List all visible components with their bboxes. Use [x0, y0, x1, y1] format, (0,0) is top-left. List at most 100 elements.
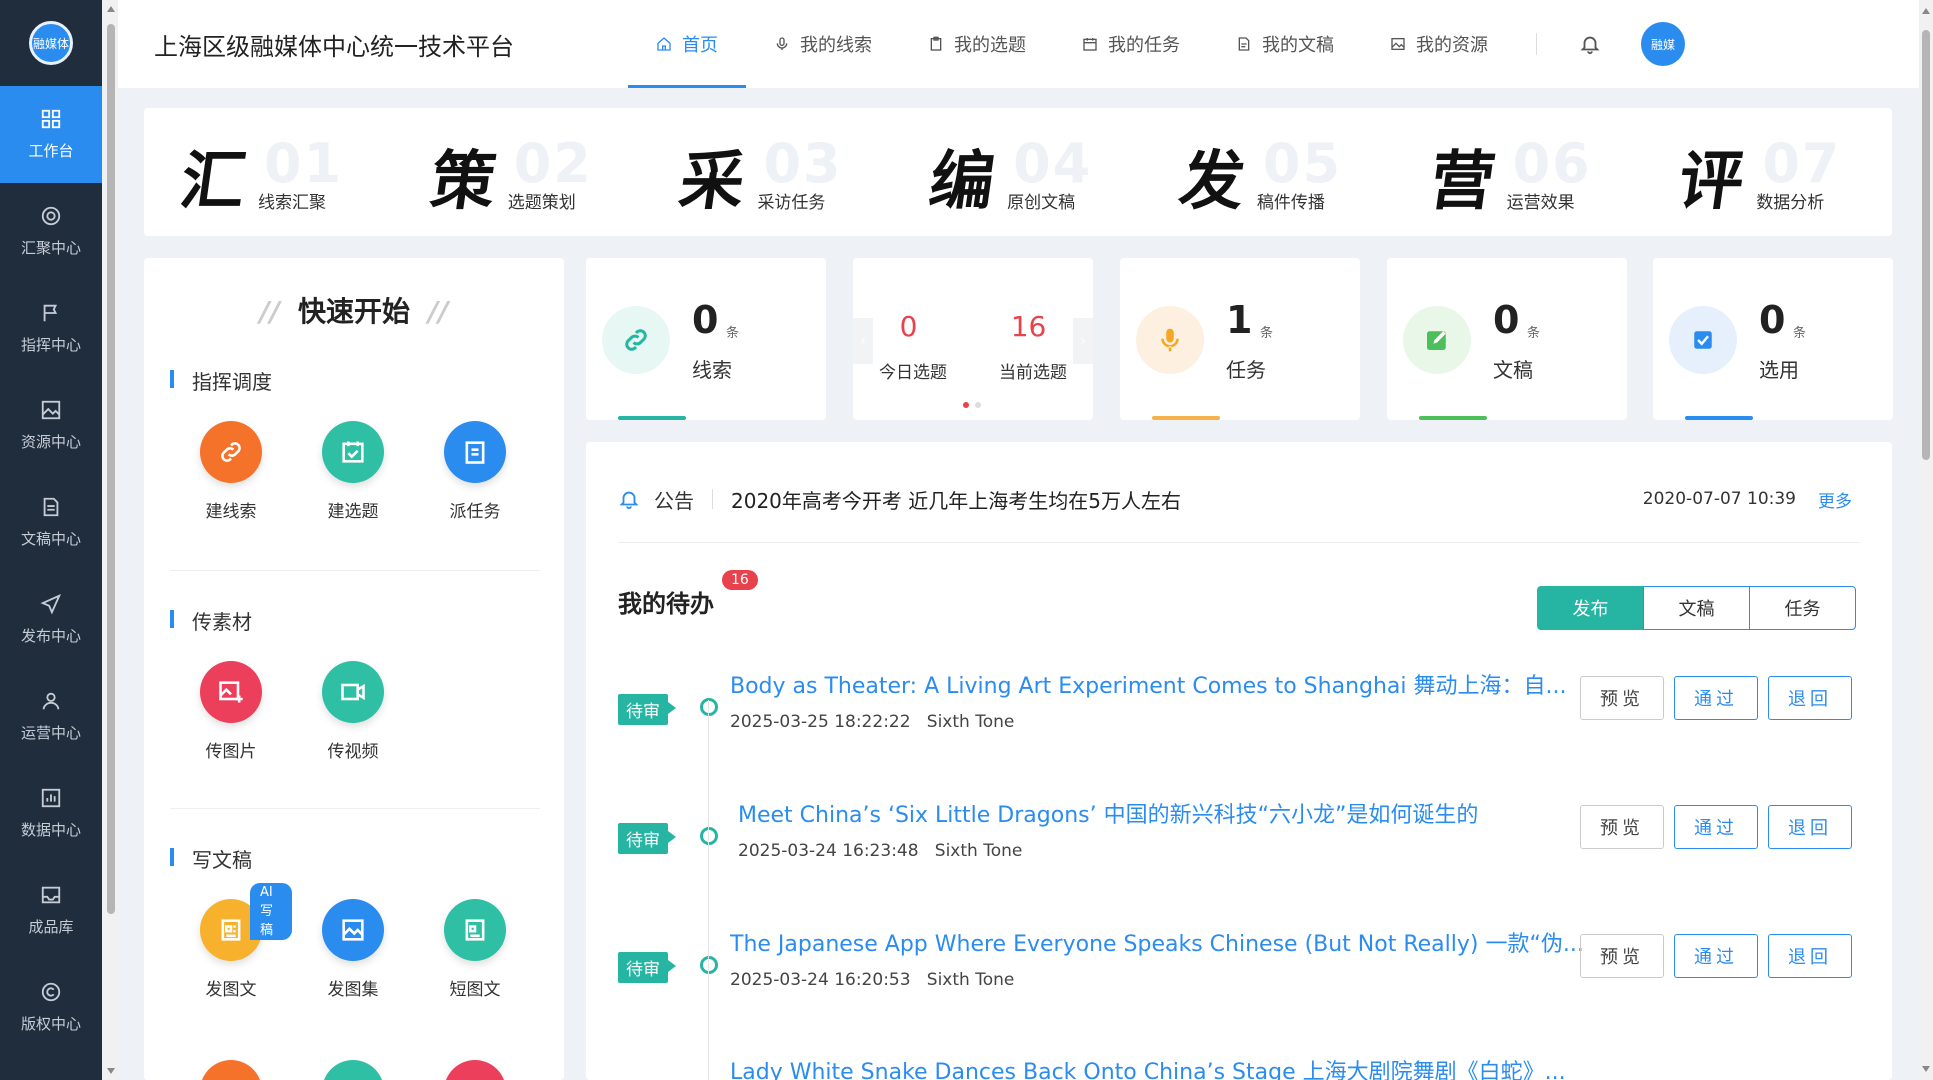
sidebar-item-library[interactable]: 成品库	[0, 862, 102, 959]
tab-publish[interactable]: 发布	[1537, 586, 1644, 630]
sidebar-item-gather[interactable]: 汇聚中心	[0, 183, 102, 280]
sidebar-scrollbar[interactable]	[104, 0, 118, 1080]
step-distribution[interactable]: 发 05 稿件传播	[1143, 108, 1393, 236]
reject-button[interactable]: 退回	[1768, 805, 1852, 849]
sidebar: 融媒体 工作台 汇聚中心 指挥中心 资源中心 文稿中心 发布中心 运营中心 数据…	[0, 0, 102, 1080]
step-operations[interactable]: 营 06 运营效果	[1393, 108, 1643, 236]
post-gallery-button[interactable]: 发图集	[292, 899, 414, 1000]
preview-button[interactable]: 预览	[1580, 805, 1664, 849]
item-label: 传视频	[327, 742, 379, 762]
tab-my-tasks[interactable]: 我的任务	[1054, 0, 1208, 88]
tab-my-drafts[interactable]: 我的文稿	[1208, 0, 1362, 88]
step-label: 数据分析	[1756, 193, 1825, 213]
todo-item-title[interactable]: Meet China’s ‘Six Little Dragons’ 中国的新兴科…	[738, 797, 1598, 829]
calendar-icon	[1083, 38, 1097, 51]
notice-label: 公告	[654, 488, 694, 513]
approve-button[interactable]: 通过	[1674, 805, 1758, 849]
sidebar-item-documents[interactable]: 文稿中心	[0, 474, 102, 571]
scroll-down-icon[interactable]	[107, 1068, 115, 1074]
quick-start-title: // 快速开始 //	[144, 290, 564, 330]
preview-button[interactable]: 预览	[1580, 934, 1664, 978]
approve-button[interactable]: 通过	[1674, 934, 1758, 978]
stat-tasks[interactable]: 1 条 任务	[1120, 258, 1360, 420]
carousel-dots[interactable]	[963, 402, 981, 408]
step-number: 03	[763, 132, 843, 195]
sidebar-item-workbench[interactable]: 工作台	[0, 86, 102, 183]
reject-button[interactable]: 退回	[1768, 676, 1852, 720]
music-icon	[200, 1060, 262, 1080]
decor-slash: //	[428, 295, 449, 328]
step-interview[interactable]: 采 03 采访任务	[643, 108, 893, 236]
upload-video-button[interactable]: 传视频	[292, 661, 414, 762]
copyright-icon	[41, 982, 61, 1002]
tab-drafts[interactable]: 文稿	[1643, 586, 1750, 630]
step-number: 02	[513, 132, 593, 195]
doc-button[interactable]	[292, 1060, 414, 1080]
todo-title: 我的待办	[618, 590, 714, 618]
tab-my-topics[interactable]: 我的选题	[900, 0, 1054, 88]
sidebar-item-label: 文稿中心	[20, 530, 81, 548]
step-clues[interactable]: 汇 01 线索汇聚	[144, 108, 394, 236]
avatar[interactable]: 融媒	[1641, 22, 1685, 66]
stat-drafts[interactable]: 0 条 文稿	[1387, 258, 1627, 420]
page-scrollbar[interactable]	[1919, 0, 1933, 1080]
scroll-up-icon[interactable]	[1922, 8, 1930, 14]
stat-unit: 条	[726, 326, 740, 341]
sidebar-item-label: 数据中心	[20, 821, 81, 839]
todo-item-time: 2025-03-24 16:20:53	[730, 970, 911, 990]
step-char: 策	[425, 144, 501, 219]
link-icon	[200, 421, 262, 483]
post-article-button[interactable]: AI写稿 发图文	[170, 883, 292, 1000]
scroll-thumb[interactable]	[107, 24, 115, 914]
tab-tasks[interactable]: 任务	[1749, 586, 1856, 630]
logo[interactable]: 融媒体	[0, 0, 102, 86]
stat-clues[interactable]: 0 条 线索	[586, 258, 826, 420]
video-post-button[interactable]	[414, 1060, 536, 1080]
step-analysis[interactable]: 评 07 数据分析	[1642, 108, 1892, 236]
top-nav: 首页 我的线索 我的选题 我的任务 我的文稿 我的资源	[628, 0, 1516, 88]
audio-button[interactable]	[170, 1060, 292, 1080]
main-panel: 公告 2020年高考今开考 近几年上海考生均在5万人左右 2020-07-07 …	[586, 442, 1892, 1080]
todo-item-title[interactable]: Body as Theater: A Living Art Experiment…	[730, 668, 1590, 700]
sidebar-item-operations[interactable]: 运营中心	[0, 668, 102, 765]
preview-button[interactable]: 预览	[1580, 676, 1664, 720]
image-icon	[41, 400, 61, 420]
notice-divider	[712, 489, 713, 509]
step-char: 营	[1424, 144, 1500, 219]
approve-button[interactable]: 通过	[1674, 676, 1758, 720]
scroll-up-icon[interactable]	[107, 6, 115, 12]
sidebar-item-command[interactable]: 指挥中心	[0, 280, 102, 377]
section-command: 指挥调度 建线索 建选题 派任务	[170, 366, 540, 522]
tab-my-resources[interactable]: 我的资源	[1362, 0, 1516, 88]
todo-item-title[interactable]: Lady White Snake Dances Back Onto China’…	[730, 1054, 1590, 1080]
create-clue-button[interactable]: 建线索	[170, 421, 292, 522]
reject-button[interactable]: 退回	[1768, 934, 1852, 978]
stat-topics[interactable]: ‹ › 0 16 今日选题 当前选题	[853, 258, 1093, 420]
assign-task-button[interactable]: 派任务	[414, 421, 536, 522]
short-post-button[interactable]: 短图文	[414, 899, 536, 1000]
notice-text[interactable]: 2020年高考今开考 近几年上海考生均在5万人左右	[731, 485, 1643, 514]
scroll-down-icon[interactable]	[1922, 1066, 1930, 1072]
upload-image-button[interactable]: 传图片	[170, 661, 292, 762]
stat-label: 线索	[692, 358, 732, 382]
divider	[170, 808, 540, 809]
scroll-thumb[interactable]	[1922, 30, 1930, 460]
todo-item-meta: 2025-03-24 16:20:53 Sixth Tone	[730, 970, 1014, 990]
sidebar-item-data[interactable]: 数据中心	[0, 765, 102, 862]
stat-value: 0	[1759, 298, 1786, 342]
tab-home[interactable]: 首页	[628, 0, 746, 88]
todo-item-title[interactable]: The Japanese App Where Everyone Speaks C…	[730, 926, 1590, 958]
sidebar-item-resources[interactable]: 资源中心	[0, 377, 102, 474]
create-topic-button[interactable]: 建选题	[292, 421, 414, 522]
sidebar-item-copyright[interactable]: 版权中心	[0, 959, 102, 1056]
sidebar-item-label: 发布中心	[20, 627, 81, 645]
sidebar-item-publish[interactable]: 发布中心	[0, 571, 102, 668]
stat-selected[interactable]: 0 条 选用	[1653, 258, 1893, 420]
stat-accent-bar	[1419, 416, 1487, 420]
step-editing[interactable]: 编 04 原创文稿	[893, 108, 1143, 236]
target-icon	[41, 206, 61, 226]
bell-icon[interactable]	[1579, 33, 1601, 55]
notice-more-link[interactable]: 更多	[1818, 487, 1852, 512]
step-planning[interactable]: 策 02 选题策划	[394, 108, 644, 236]
tab-my-clues[interactable]: 我的线索	[746, 0, 900, 88]
